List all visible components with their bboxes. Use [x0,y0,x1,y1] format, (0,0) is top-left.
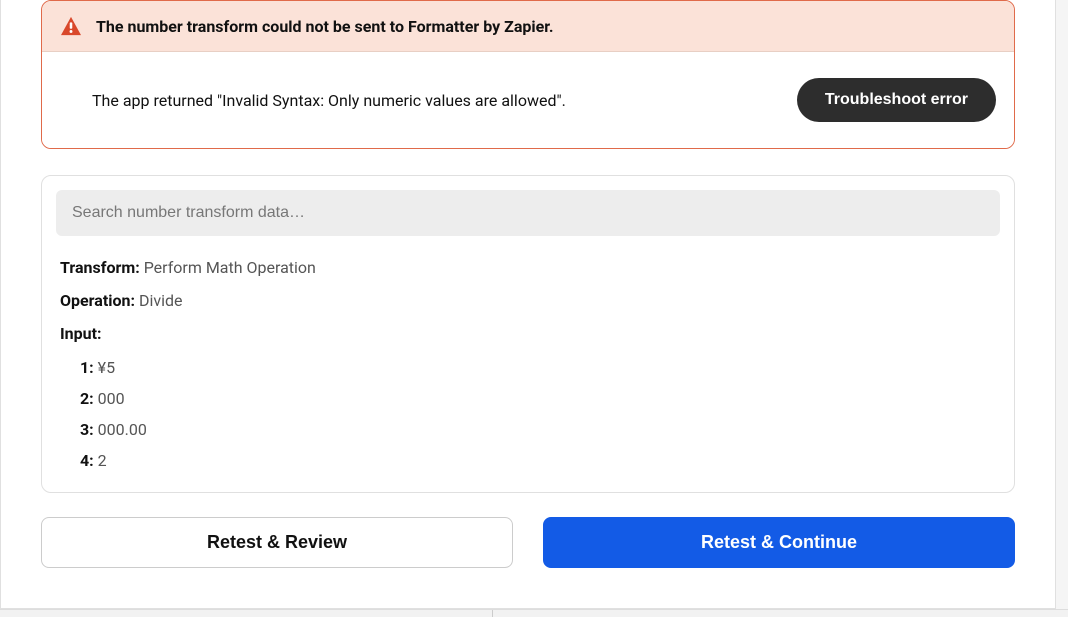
operation-row: Operation: Divide [60,287,996,314]
error-title: The number transform could not be sent t… [96,17,554,36]
input-items: 1: ¥5 2: 000 3: 000.00 4: 2 [60,354,996,475]
error-header: The number transform could not be sent t… [42,1,1014,52]
input-key: 2: [80,389,94,408]
operation-value: Divide [139,291,183,310]
details-block: Transform: Perform Math Operation Operat… [56,254,1000,474]
retest-continue-button[interactable]: Retest & Continue [543,517,1015,568]
data-panel: Transform: Perform Math Operation Operat… [41,175,1015,493]
input-row: Input: [60,320,996,347]
bottom-strip [0,609,1068,617]
input-label: Input: [60,324,102,343]
alert-triangle-icon [60,15,82,37]
list-item: 2: 000 [80,385,996,412]
input-value: 2 [98,451,107,470]
bottom-divider [492,610,493,617]
list-item: 1: ¥5 [80,354,996,381]
main-panel: The number transform could not be sent t… [0,0,1056,609]
input-key: 4: [80,451,94,470]
transform-label: Transform: [60,258,140,277]
troubleshoot-button[interactable]: Troubleshoot error [797,78,996,122]
error-body: The app returned "Invalid Syntax: Only n… [42,52,1014,148]
search-input[interactable] [56,190,1000,236]
input-value: 000.00 [98,420,147,439]
button-row: Retest & Review Retest & Continue [41,517,1015,568]
retest-review-button[interactable]: Retest & Review [41,517,513,568]
list-item: 3: 000.00 [80,416,996,443]
error-message: The app returned "Invalid Syntax: Only n… [92,91,566,110]
error-box: The number transform could not be sent t… [41,0,1015,149]
input-key: 3: [80,420,94,439]
list-item: 4: 2 [80,447,996,474]
input-value: 000 [98,389,125,408]
transform-value: Perform Math Operation [144,258,316,277]
transform-row: Transform: Perform Math Operation [60,254,996,281]
input-value: ¥5 [98,358,115,377]
input-key: 1: [80,358,94,377]
operation-label: Operation: [60,291,135,310]
